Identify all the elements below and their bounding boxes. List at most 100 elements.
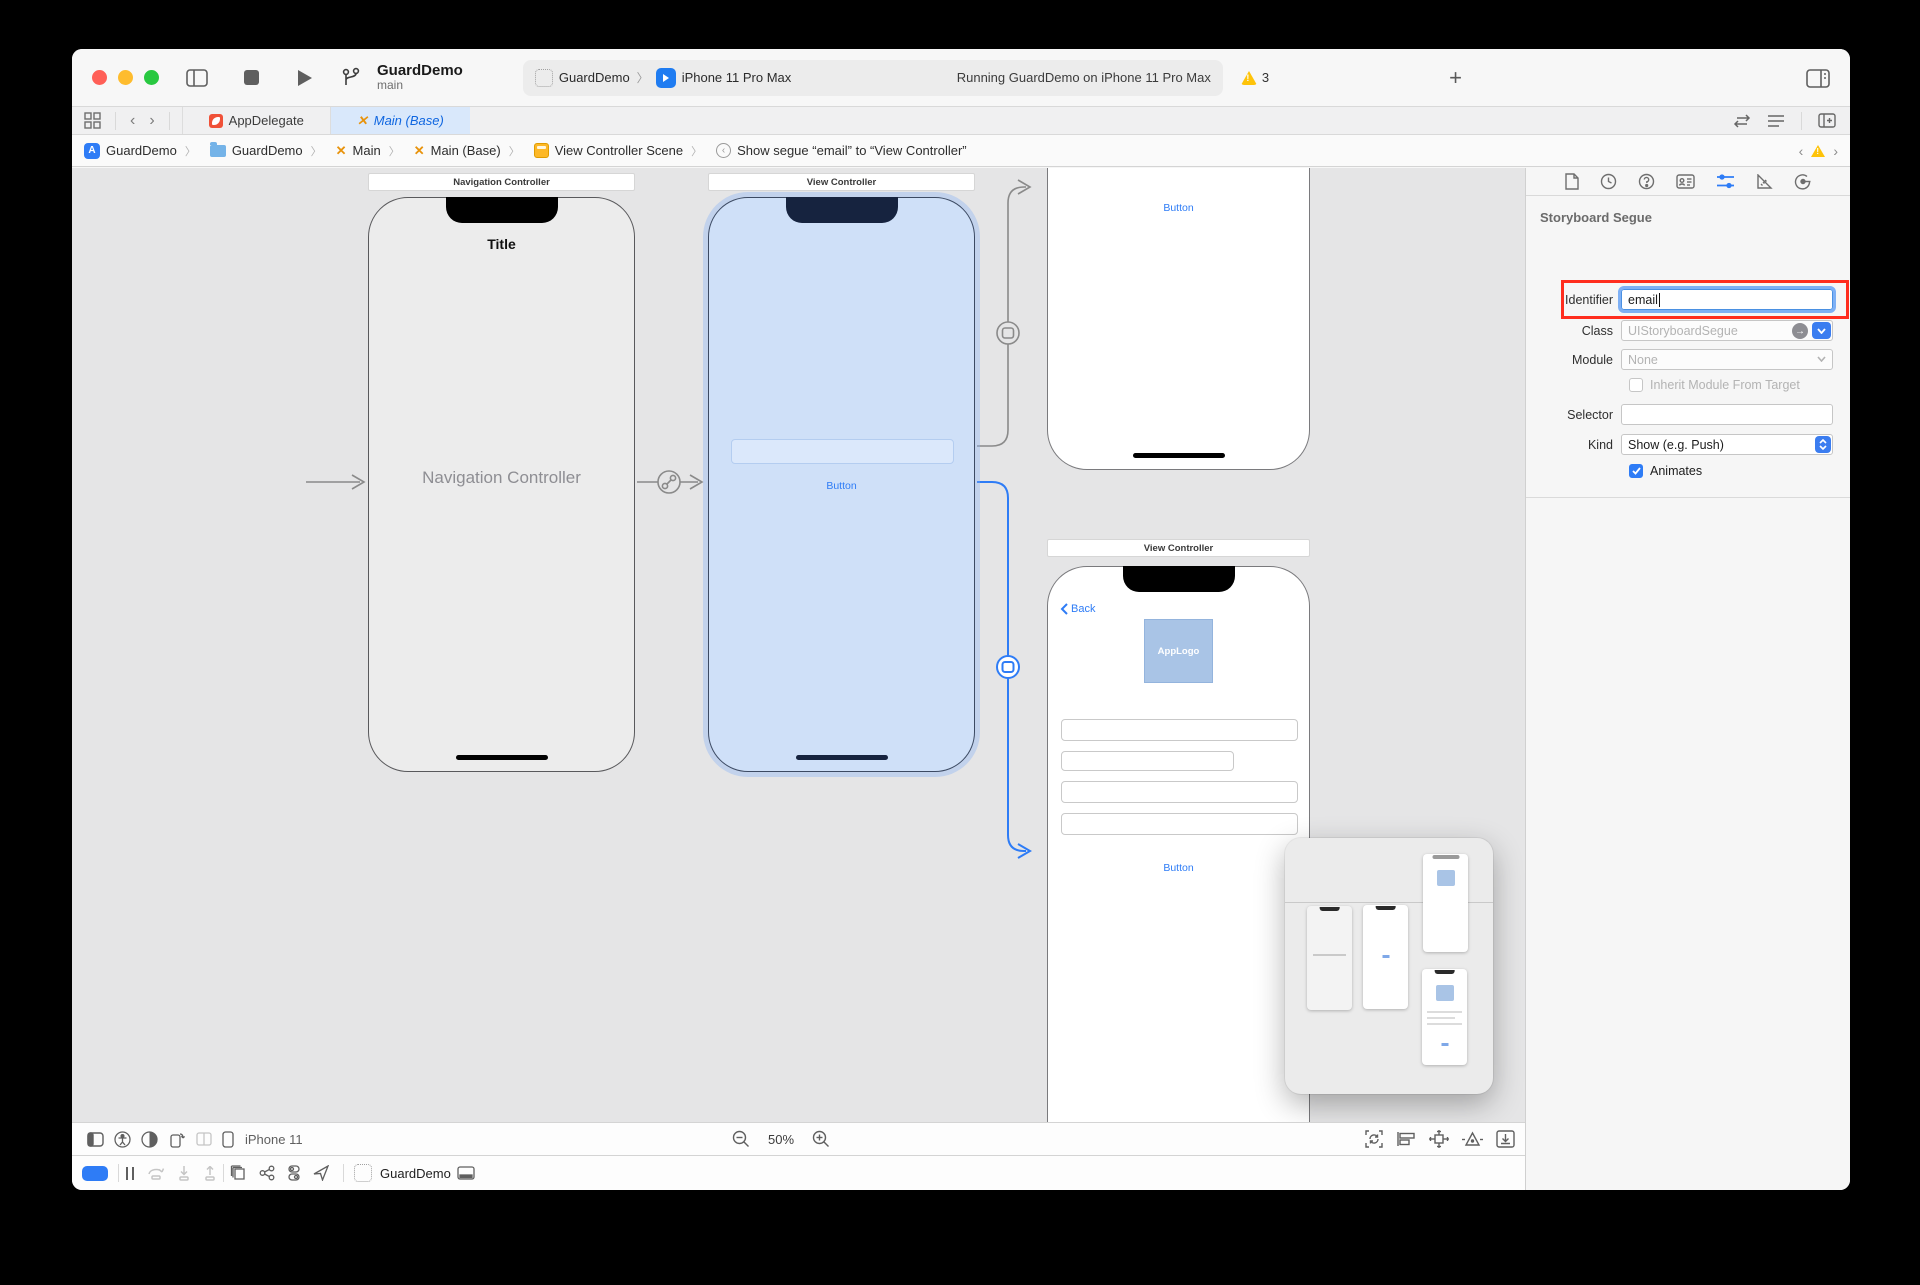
align-icon[interactable] [1397, 1131, 1416, 1147]
zoom-level[interactable]: 50% [768, 1132, 794, 1147]
quick-help-inspector-icon[interactable] [1638, 173, 1655, 190]
step-over-icon[interactable] [147, 1166, 165, 1180]
breadcrumb-group[interactable]: GuardDemo [177, 143, 303, 159]
size-inspector-icon[interactable] [1756, 174, 1773, 190]
history-inspector-icon[interactable] [1600, 173, 1617, 190]
forward-navigation-icon[interactable]: › [149, 112, 154, 130]
kind-popup-button[interactable]: Show (e.g. Push) [1621, 434, 1833, 455]
breadcrumb-project[interactable]: A GuardDemo [84, 143, 177, 159]
kind-stepper-icon[interactable] [1815, 436, 1831, 453]
text-field-1[interactable] [1061, 719, 1298, 741]
class-jump-arrow-icon[interactable]: → [1792, 323, 1808, 339]
warning-badge[interactable]: 3 [1241, 70, 1269, 85]
breadcrumb-label: View Controller Scene [555, 143, 683, 158]
add-editor-icon[interactable] [1818, 113, 1836, 128]
update-frames-icon[interactable] [1364, 1130, 1384, 1148]
minimize-window-button[interactable] [118, 70, 133, 85]
orientation-rotate-icon[interactable] [168, 1130, 186, 1148]
pause-execution-icon[interactable] [125, 1166, 135, 1181]
step-into-icon[interactable] [177, 1166, 191, 1181]
text-field-4[interactable] [1061, 813, 1298, 835]
accessibility-preview-icon[interactable] [114, 1131, 131, 1148]
storyboard-canvas[interactable]: Navigation Controller Title Navigation C… [72, 168, 1525, 1122]
connections-inspector-icon[interactable] [1794, 173, 1811, 190]
minimap-thumbnail[interactable] [1423, 854, 1468, 952]
class-placeholder: UIStoryboardSegue [1628, 324, 1738, 338]
navigator-sidebar-toggle-icon[interactable] [185, 66, 209, 90]
next-issue-icon[interactable]: › [1833, 143, 1838, 159]
memory-graph-icon[interactable] [259, 1165, 275, 1181]
animates-checkbox[interactable] [1629, 464, 1643, 478]
environment-overrides-icon[interactable] [287, 1165, 301, 1181]
text-field-2[interactable] [1061, 751, 1234, 771]
add-constraints-icon[interactable] [1429, 1130, 1449, 1148]
device-name[interactable]: iPhone 11 [245, 1132, 303, 1147]
back-navigation-icon[interactable]: ‹ [130, 112, 135, 130]
storyboard-minimap[interactable] [1285, 838, 1493, 1094]
editor-options-icon[interactable] [1767, 114, 1785, 128]
issue-warning-icon[interactable] [1811, 145, 1825, 157]
previous-issue-icon[interactable]: ‹ [1799, 143, 1804, 159]
attributes-inspector-icon[interactable] [1716, 174, 1735, 189]
navigation-controller-scene[interactable]: Title Navigation Controller [368, 197, 635, 772]
scheme-selector[interactable]: GuardDemo 〉 iPhone 11 Pro Max Running Gu… [523, 60, 1223, 96]
tab-main-storyboard[interactable]: ✕ Main (Base) [331, 107, 470, 134]
running-process[interactable]: GuardDemo [354, 1164, 451, 1182]
breadcrumb-storyboard-base[interactable]: ✕ Main (Base) [381, 143, 501, 159]
hide-document-outline-icon[interactable] [87, 1132, 104, 1147]
email-view-controller-scene[interactable]: Back AppLogo Button [1047, 566, 1310, 1122]
run-button[interactable] [293, 66, 317, 90]
selector-field[interactable] [1621, 404, 1833, 425]
inspector-sidebar-toggle-icon[interactable] [1806, 66, 1830, 90]
scene-title-view-controller[interactable]: View Controller [708, 173, 975, 191]
zoom-out-icon[interactable] [732, 1130, 750, 1148]
step-out-icon[interactable] [203, 1166, 217, 1181]
breakpoints-toggle[interactable] [82, 1166, 108, 1181]
class-dropdown-icon[interactable] [1812, 322, 1831, 339]
button-label[interactable]: Button [1048, 202, 1309, 214]
navigation-controller-placeholder: Navigation Controller [369, 468, 634, 488]
button-label[interactable]: Button [1048, 862, 1309, 874]
close-window-button[interactable] [92, 70, 107, 85]
module-dropdown-icon[interactable] [1817, 356, 1826, 362]
breadcrumb-storyboard[interactable]: ✕ Main [303, 143, 381, 159]
scene-title-view-controller-2[interactable]: View Controller [1047, 539, 1310, 557]
app-logo-image[interactable]: AppLogo [1144, 619, 1213, 683]
button-label[interactable]: Button [709, 480, 974, 492]
new-tab-button[interactable]: + [1449, 65, 1462, 91]
minimap-thumbnail[interactable] [1307, 906, 1352, 1010]
back-button[interactable]: Back [1060, 603, 1095, 615]
scene-title-navigation-controller[interactable]: Navigation Controller [368, 173, 635, 191]
zoom-window-button[interactable] [144, 70, 159, 85]
destination-view-controller-scene[interactable]: Button [1047, 168, 1310, 470]
embed-icon[interactable] [1496, 1130, 1515, 1148]
minimap-thumbnail[interactable] [1422, 969, 1467, 1065]
breadcrumb-scene[interactable]: View Controller Scene [501, 143, 683, 159]
scheme-project[interactable]: GuardDemo [559, 70, 630, 85]
minimap-thumbnail[interactable] [1363, 905, 1408, 1009]
stop-button[interactable] [239, 66, 263, 90]
identity-inspector-icon[interactable] [1676, 174, 1695, 189]
split-view-icon[interactable] [196, 1132, 212, 1146]
appearance-toggle-icon[interactable] [141, 1131, 158, 1148]
tab-appdelegate[interactable]: AppDelegate [182, 107, 331, 134]
breadcrumb-segue[interactable]: ‹ Show segue “email” to “View Controller… [683, 143, 967, 159]
view-hierarchy-icon[interactable] [230, 1165, 247, 1181]
text-field-3[interactable] [1061, 781, 1298, 803]
inherit-module-checkbox[interactable] [1629, 378, 1643, 392]
zoom-in-icon[interactable] [812, 1130, 830, 1148]
simulate-location-icon[interactable] [313, 1165, 329, 1181]
class-field[interactable]: UIStoryboardSegue → [1621, 320, 1833, 341]
login-view-controller-scene[interactable]: Button [708, 197, 975, 772]
scheme-destination[interactable]: iPhone 11 Pro Max [682, 70, 792, 85]
device-icon[interactable] [222, 1131, 234, 1148]
resolve-autolayout-icon[interactable] [1462, 1131, 1483, 1148]
module-field[interactable]: None [1621, 349, 1833, 370]
console-display-icon[interactable] [457, 1166, 475, 1180]
swap-editor-icon[interactable] [1733, 114, 1751, 128]
text-field[interactable] [731, 439, 954, 464]
identifier-field[interactable]: email [1621, 289, 1833, 310]
breadcrumb-label: Show segue “email” to “View Controller” [737, 143, 967, 158]
tab-overview-icon[interactable] [84, 112, 101, 129]
file-inspector-icon[interactable] [1565, 173, 1579, 190]
